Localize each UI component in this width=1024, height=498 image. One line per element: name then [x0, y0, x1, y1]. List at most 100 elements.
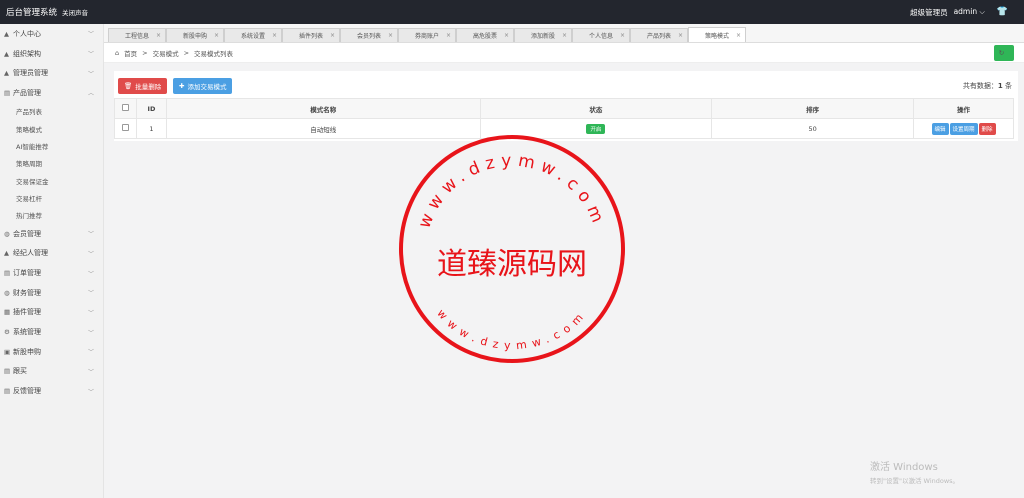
- sidebar-item-label: 经纪人管理: [13, 249, 48, 258]
- tab-label: 插件列表: [298, 33, 323, 40]
- close-icon[interactable]: ×: [736, 32, 741, 39]
- sidebar-subitem[interactable]: 策略模式: [0, 120, 103, 137]
- sidebar-item[interactable]: ▤ 反馈管理 ﹀: [0, 381, 103, 401]
- close-icon[interactable]: ×: [156, 32, 161, 39]
- close-icon[interactable]: ×: [446, 32, 451, 39]
- sidebar-item[interactable]: ▲ 管理员管理 ﹀: [0, 63, 103, 83]
- tab[interactable]: 个人信息 ×: [572, 28, 630, 42]
- edit-button[interactable]: 编辑: [931, 122, 949, 135]
- tab[interactable]: 添加新股 ×: [514, 28, 572, 42]
- sidebar-item-label: 订单管理: [13, 269, 41, 278]
- total-number: 1: [997, 82, 1003, 90]
- tab-label: 新股申购: [182, 33, 207, 40]
- sidebar-item[interactable]: ▲ 个人中心 ﹀: [0, 24, 103, 44]
- close-icon[interactable]: ×: [214, 32, 219, 39]
- sidebar-item[interactable]: ⚙ 系统管理 ﹀: [0, 322, 103, 342]
- mute-sound-link[interactable]: 关闭声音: [62, 7, 88, 17]
- theme-shirt-icon[interactable]: 👕: [997, 7, 1008, 17]
- sidebar-item-label: 管理员管理: [13, 69, 48, 78]
- tab-bar: 工程信息 × 新股申购 × 系统设置 × 插件列表 × 会员列表 × 券商账户 × 高危股票 × 添加新股 ×…: [104, 24, 1024, 43]
- chevron-down-icon: ﹀: [87, 270, 94, 278]
- sidebar-item-label: 财务管理: [13, 288, 41, 297]
- trash-icon: 🗑: [124, 82, 133, 90]
- sidebar-subitem[interactable]: 交易杠杆: [0, 189, 103, 206]
- watermark-stamp: www.dzymw.com 道臻源码网 www.dzymw.com: [399, 135, 625, 363]
- add-mode-label: 添加交易模式: [187, 83, 227, 91]
- sidebar-item[interactable]: ▦ 插件管理 ﹀: [0, 303, 103, 323]
- col-name: 模式名称: [165, 98, 481, 119]
- close-icon[interactable]: ×: [272, 32, 277, 39]
- tab[interactable]: 插件列表 ×: [282, 28, 340, 42]
- sidebar-item[interactable]: ▤ 产品管理 ︿: [0, 83, 103, 103]
- system-icon: ⚙: [4, 328, 10, 337]
- user-icon: ▲: [4, 29, 9, 38]
- close-icon[interactable]: ×: [388, 32, 393, 39]
- close-icon[interactable]: ×: [678, 32, 683, 39]
- tab[interactable]: 工程信息 ×: [108, 28, 166, 42]
- tab-label: 券商账户: [414, 33, 439, 40]
- row-sort: 50: [711, 118, 915, 139]
- sidebar-item[interactable]: ▣ 新股申购 ﹀: [0, 342, 103, 362]
- breadcrumb-level1[interactable]: 交易模式: [153, 48, 179, 58]
- chevron-down-icon: ﹀: [87, 329, 94, 337]
- member-icon: ◍: [4, 229, 10, 238]
- total-count: 共有数据：1 条: [963, 81, 1012, 91]
- username: admin: [953, 7, 978, 16]
- tab-label: 系统设置: [240, 33, 265, 40]
- col-status: 状态: [479, 98, 713, 119]
- tab[interactable]: 策略模式 ×: [688, 27, 746, 42]
- close-icon[interactable]: ×: [504, 32, 509, 39]
- close-icon[interactable]: ×: [562, 32, 567, 39]
- sidebar-item[interactable]: ▤ 订单管理 ﹀: [0, 263, 103, 283]
- stamp-main-text: 道臻源码网: [437, 247, 587, 282]
- tab[interactable]: 券商账户 ×: [398, 28, 456, 42]
- sidebar-subitem[interactable]: 策略周期: [0, 155, 103, 172]
- close-icon[interactable]: ×: [620, 32, 625, 39]
- sidebar-subitem[interactable]: 交易保证金: [0, 172, 103, 189]
- tab[interactable]: 会员列表 ×: [340, 28, 398, 42]
- col-sort: 排序: [711, 98, 915, 119]
- status-badge[interactable]: 开启: [586, 123, 606, 134]
- row-checkbox[interactable]: [121, 124, 129, 131]
- tab[interactable]: 新股申购 ×: [166, 28, 224, 42]
- tab[interactable]: 系统设置 ×: [224, 28, 282, 42]
- chevron-down-icon: ﹀: [87, 349, 94, 357]
- sidebar-item[interactable]: ▲ 经纪人管理 ﹀: [0, 244, 103, 264]
- tab[interactable]: 产品列表 ×: [630, 28, 688, 42]
- sidebar-item-label: 新股申购: [13, 347, 41, 356]
- sidebar-item-label: 跟买: [13, 367, 27, 376]
- home-icon[interactable]: ⌂: [115, 49, 119, 57]
- refresh-button[interactable]: ↻: [994, 45, 1014, 61]
- set-period-button[interactable]: 设置周期: [949, 122, 978, 135]
- admin-icon: ▲: [4, 69, 9, 78]
- sidebar-item[interactable]: ▲ 组织架构 ﹀: [0, 44, 103, 64]
- tab[interactable]: 高危股票 ×: [456, 28, 514, 42]
- sidebar-subitem[interactable]: 产品列表: [0, 103, 103, 120]
- add-mode-button[interactable]: ✚ 添加交易模式: [173, 78, 233, 94]
- mode-table: ID 模式名称 状态 排序 操作 1 自动短线 开启 50 编辑 设置周期 删除: [114, 98, 1014, 139]
- top-bar: 后台管理系统 关闭声音 超级管理员 admin ⌵ 👕: [0, 0, 1024, 24]
- broker-icon: ▲: [4, 249, 9, 258]
- chevron-down-icon: ﹀: [87, 231, 94, 239]
- batch-delete-button[interactable]: 🗑 批量删除: [118, 78, 168, 94]
- sidebar-item[interactable]: ◍ 财务管理 ﹀: [0, 283, 103, 303]
- user-role: 超级管理员: [910, 7, 948, 17]
- tab-label: 会员列表: [356, 33, 381, 40]
- user-menu[interactable]: admin ⌵: [954, 7, 985, 17]
- breadcrumb: ⌂ 首页 > 交易模式 > 交易模式列表 ↻: [104, 43, 1024, 63]
- sidebar-item-label: 组织架构: [13, 49, 41, 58]
- close-icon[interactable]: ×: [330, 32, 335, 39]
- sidebar-item[interactable]: ▤ 跟买 ﹀: [0, 362, 103, 382]
- activation-title: 激活 Windows: [870, 462, 938, 473]
- sidebar-item[interactable]: ◍ 会员管理 ﹀: [0, 224, 103, 244]
- select-all-checkbox[interactable]: [121, 104, 129, 111]
- breadcrumb-level2: 交易模式列表: [194, 49, 234, 58]
- breadcrumb-home[interactable]: 首页: [124, 48, 137, 58]
- plugin-icon: ▦: [4, 308, 11, 317]
- chevron-down-icon: ﹀: [87, 250, 94, 258]
- chevron-down-icon: ﹀: [87, 309, 94, 317]
- tab-label: 产品列表: [646, 33, 671, 40]
- sidebar-subitem[interactable]: AI智能推荐: [0, 137, 103, 154]
- sidebar-subitem[interactable]: 热门推荐: [0, 207, 103, 224]
- delete-button[interactable]: 删除: [978, 122, 996, 135]
